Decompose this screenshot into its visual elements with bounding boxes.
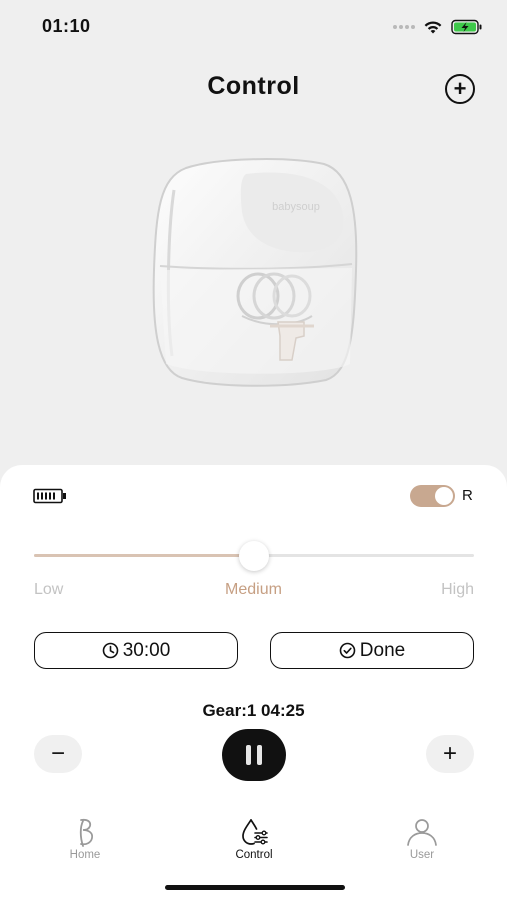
tab-home[interactable]: Home	[40, 815, 130, 861]
home-indicator	[165, 885, 345, 890]
pause-button[interactable]	[222, 729, 286, 781]
user-icon	[407, 819, 437, 846]
slider-fill	[34, 554, 254, 557]
charging-battery-icon	[451, 19, 482, 35]
done-button[interactable]: Done	[270, 632, 474, 669]
minus-icon: −	[50, 740, 65, 767]
timer-label: 30:00	[122, 639, 171, 661]
brand-b-icon	[79, 818, 94, 847]
plus-circle-icon: +	[453, 76, 467, 101]
droplet-settings-icon	[242, 819, 268, 845]
pause-icon	[246, 745, 251, 765]
tab-control[interactable]: Control	[209, 815, 299, 861]
level-medium-label[interactable]: Medium	[0, 581, 507, 599]
battery-icon	[33, 488, 66, 504]
decrease-button[interactable]: −	[34, 735, 82, 773]
tab-user[interactable]: User	[377, 815, 467, 861]
plus-icon: +	[442, 740, 457, 767]
page-title: Control	[207, 72, 300, 100]
wifi-icon	[424, 20, 442, 33]
toggle-knob	[435, 487, 453, 505]
breast-pump-product-image: babysoup	[152, 158, 358, 387]
cellular-signal-icon	[393, 25, 415, 29]
level-high-label[interactable]: High	[441, 581, 474, 599]
increase-button[interactable]: +	[426, 735, 474, 773]
add-device-button[interactable]: +	[445, 74, 475, 104]
status-time: 01:10	[42, 16, 91, 36]
timer-button[interactable]: 30:00	[34, 632, 238, 669]
tab-control-label: Control	[235, 849, 273, 861]
svg-text:babysoup: babysoup	[272, 201, 320, 213]
side-toggle-label: R	[462, 487, 473, 504]
brand-mark: babysoup	[272, 201, 320, 213]
done-label: Done	[359, 639, 406, 661]
gear-status: Gear:1 04:25	[202, 701, 305, 720]
clock-icon	[102, 642, 119, 659]
side-toggle[interactable]	[410, 485, 455, 507]
check-circle-icon	[339, 642, 356, 659]
status-icons	[393, 17, 483, 37]
tab-home-label: Home	[69, 849, 101, 861]
status-bar: 01:10	[0, 0, 507, 52]
slider-thumb[interactable]	[239, 541, 269, 571]
intensity-slider[interactable]	[34, 541, 474, 571]
tab-user-label: User	[409, 849, 435, 861]
